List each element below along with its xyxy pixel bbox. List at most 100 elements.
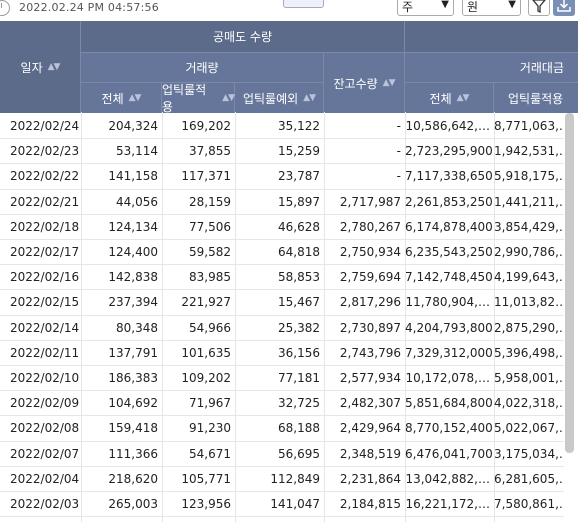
header-date[interactable]: 일자 ▲▼ bbox=[0, 21, 81, 113]
table-cell-total: 237,394 bbox=[108, 295, 158, 310]
vertical-scrollbar[interactable] bbox=[565, 113, 574, 453]
table-cell-except: 15,259 bbox=[278, 144, 320, 159]
toolbar-button[interactable] bbox=[283, 0, 324, 8]
header-amount-uptick-label: 업틱룰적용 bbox=[508, 91, 564, 106]
table-cell-except: 35,122 bbox=[278, 119, 320, 133]
table-cell-balance: 2,429,964 bbox=[339, 421, 401, 436]
table-cell-balance: 2,482,307 bbox=[339, 396, 401, 411]
period-select[interactable]: 주 ▼ bbox=[397, 0, 454, 16]
table-cell-date: 2022/02/07 bbox=[10, 446, 80, 461]
table-cell-amt-total: 16,221,172,… bbox=[405, 497, 490, 511]
sort-icon: ▲▼ bbox=[128, 93, 142, 103]
table-cell-balance: 2,348,519 bbox=[339, 446, 401, 461]
filter-icon bbox=[532, 0, 546, 14]
header-short-sale-qty: 공매도 수량 bbox=[81, 21, 405, 53]
table-cell-total: 80,348 bbox=[116, 320, 158, 335]
filter-button[interactable] bbox=[528, 0, 550, 16]
table-cell-date: 2022/02/09 bbox=[10, 396, 80, 411]
table-cell-except: 77,181 bbox=[278, 371, 320, 385]
table-cell-amt-total: 13,042,882,… bbox=[405, 471, 490, 486]
header-date-label: 일자 bbox=[20, 60, 43, 75]
table-cell-amt-total: 4,204,793,800 bbox=[405, 320, 493, 335]
table-cell-date: 2022/02/17 bbox=[10, 245, 80, 259]
header-volume-uptick[interactable]: 업틱룰적용 ▲▼ bbox=[162, 83, 235, 114]
table-cell-total: 186,383 bbox=[108, 371, 158, 385]
table-cell-balance: 2,750,934 bbox=[339, 245, 401, 259]
header-balance-label: 잔고수량 bbox=[333, 76, 378, 91]
table-cell-date: 2022/02/14 bbox=[10, 320, 80, 335]
table-cell-uptick: 28,159 bbox=[189, 194, 231, 209]
table-cell-amt-uptick: 3,854,429,… bbox=[494, 219, 564, 234]
header-amount-total[interactable]: 전체 ▲▼ bbox=[405, 83, 494, 113]
download-button[interactable] bbox=[553, 0, 575, 16]
unit-select[interactable]: 원 ▼ bbox=[462, 0, 521, 16]
table-cell-amt-uptick: 5,396,498,… bbox=[494, 345, 564, 360]
table-cell-uptick: 117,371 bbox=[181, 169, 231, 184]
table-cell-balance: 2,759,694 bbox=[339, 270, 401, 285]
table-cell-balance: 2,231,864 bbox=[339, 471, 401, 486]
table-cell-amt-total: 10,586,642,… bbox=[405, 119, 490, 133]
table-cell-except: 112,849 bbox=[270, 471, 320, 486]
table-cell-date: 2022/02/15 bbox=[10, 295, 80, 310]
table-cell-total: 124,134 bbox=[108, 219, 158, 234]
table-cell-amt-uptick: 4,022,318,… bbox=[494, 396, 564, 411]
table-cell-amt-total: 6,476,041,700 bbox=[405, 446, 493, 461]
header-balance[interactable]: 잔고수량 ▲▼ bbox=[324, 53, 405, 113]
table-cell-amt-total: 5,851,684,800 bbox=[405, 396, 493, 411]
table-cell-except: 56,695 bbox=[278, 446, 320, 461]
table-cell-total: 104,692 bbox=[108, 396, 158, 411]
sort-icon: ▲▼ bbox=[303, 93, 316, 103]
header-amount: 거래대금 bbox=[405, 53, 578, 83]
table-cell-amt-total: 7,117,338,650 bbox=[405, 169, 493, 184]
header-short-sale-qty-label: 공매도 수량 bbox=[212, 30, 272, 44]
table-cell-amt-uptick: 5,918,175,… bbox=[494, 169, 564, 184]
table-cell-except: 64,818 bbox=[278, 245, 320, 259]
table-cell-balance: 2,717,987 bbox=[339, 194, 401, 209]
table-cell-uptick: 71,967 bbox=[189, 396, 231, 411]
period-select-value: 주 bbox=[402, 0, 414, 14]
chevron-down-icon: ▼ bbox=[441, 0, 449, 10]
table-cell-total: 137,791 bbox=[108, 345, 158, 360]
table-cell-balance: 2,817,296 bbox=[339, 295, 401, 310]
table-cell-balance: 2,730,897 bbox=[339, 320, 401, 335]
sort-icon: ▲▼ bbox=[47, 62, 61, 72]
header-volume-total[interactable]: 전체 ▲▼ bbox=[81, 83, 162, 113]
table-cell-total: 204,324 bbox=[108, 119, 158, 133]
table-cell-except: 46,628 bbox=[278, 219, 320, 234]
table-cell-amt-total: 6,235,543,250 bbox=[405, 245, 493, 259]
table-cell-balance: 2,780,267 bbox=[339, 219, 401, 234]
table-cell-amt-total: 11,780,904,… bbox=[405, 295, 490, 310]
table-cell-except: 15,467 bbox=[278, 295, 320, 310]
header-amount-uptick[interactable]: 업틱룰적용 bbox=[494, 83, 578, 113]
table-cell-balance: - bbox=[396, 119, 401, 133]
table-cell-balance: 2,577,934 bbox=[339, 371, 401, 385]
sort-icon: ▲▼ bbox=[456, 93, 470, 103]
header-volume-total-label: 전체 bbox=[101, 91, 124, 106]
header-volume-label: 거래량 bbox=[185, 61, 219, 75]
table-cell-amt-uptick: 1,942,531,… bbox=[494, 144, 564, 159]
table-cell-uptick: 54,966 bbox=[189, 320, 231, 335]
table-cell-uptick: 105,771 bbox=[181, 471, 231, 486]
header-volume-except[interactable]: 업틱룰예외 ▲▼ bbox=[235, 83, 324, 113]
table-cell-except: 58,853 bbox=[278, 270, 320, 285]
table-cell-uptick: 123,956 bbox=[181, 497, 231, 511]
table-cell-date: 2022/02/10 bbox=[10, 371, 80, 385]
table-cell-amt-uptick: 3,175,034,… bbox=[494, 446, 564, 461]
table-cell-amt-uptick: 7,580,861,… bbox=[494, 497, 564, 511]
table-cell-amt-total: 7,329,312,000 bbox=[405, 345, 493, 360]
table-cell-uptick: 77,506 bbox=[189, 219, 231, 234]
table-cell-date: 2022/02/04 bbox=[10, 471, 80, 486]
table-cell-total: 53,114 bbox=[116, 144, 158, 159]
header-volume-except-label: 업틱룰예외 bbox=[242, 91, 299, 106]
table-cell-date: 2022/02/23 bbox=[10, 144, 80, 159]
header-spacer bbox=[405, 21, 578, 53]
table-cell-date: 2022/02/24 bbox=[10, 119, 80, 133]
table-cell-date: 2022/02/21 bbox=[10, 194, 80, 209]
table-cell-amt-total: 2,723,295,900 bbox=[405, 144, 493, 159]
table-cell-amt-uptick: 11,013,82… bbox=[494, 295, 564, 310]
table-cell-uptick: 37,855 bbox=[189, 144, 231, 159]
table-cell-balance: - bbox=[396, 169, 401, 184]
table-cell-uptick: 101,635 bbox=[181, 345, 231, 360]
table-cell-balance: - bbox=[396, 144, 401, 159]
table-cell-total: 218,620 bbox=[108, 471, 158, 486]
